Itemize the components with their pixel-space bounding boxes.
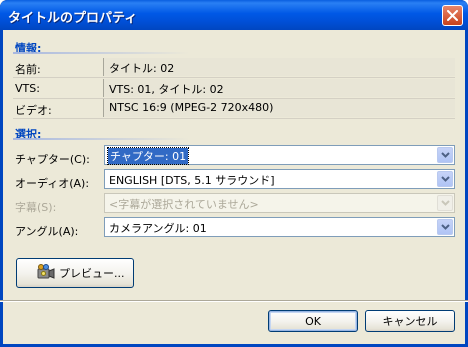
chevron-down-icon [440, 152, 450, 158]
chapter-label: チャプター(C): [15, 153, 90, 166]
chapter-select-value: チャプター: 01 [106, 147, 190, 165]
subtitle-label: 字幕(S): [15, 201, 57, 214]
info-section-divider [13, 52, 189, 54]
subtitle-select: <字幕が選択されていません> [104, 193, 455, 213]
vts-label: VTS: [15, 82, 40, 95]
video-label: ビデオ: [15, 104, 52, 117]
info-row-divider [13, 118, 455, 119]
preview-button[interactable]: プレビュー... [16, 258, 134, 288]
name-label: 名前: [15, 63, 41, 76]
subtitle-dropdown-button [437, 195, 453, 211]
dialog-client-area: 情報: 名前: タイトル: 02 VTS: VTS: 01, タイトル: 02 … [0, 30, 468, 344]
preview-button-label: プレビュー... [59, 267, 125, 280]
angle-dropdown-button[interactable] [437, 219, 453, 235]
close-icon [447, 10, 458, 21]
chevron-down-icon [440, 176, 450, 182]
subtitle-select-value: <字幕が選択されていません> [109, 198, 259, 211]
title-bar[interactable]: タイトルのプロパティ [0, 0, 468, 30]
cancel-button[interactable]: キャンセル [365, 310, 455, 332]
info-row-divider [13, 77, 455, 78]
audio-select[interactable]: ENGLISH [DTS, 5.1 サラウンド] [104, 169, 455, 189]
audio-label: オーディオ(A): [15, 177, 90, 190]
cancel-button-label: キャンセル [382, 315, 438, 328]
name-value: タイトル: 02 [103, 58, 455, 76]
window-title: タイトルのプロパティ [8, 11, 138, 26]
ok-button-label: OK [305, 314, 321, 328]
audio-dropdown-button[interactable] [437, 171, 453, 187]
chapter-dropdown-button[interactable] [437, 147, 453, 163]
chapter-select[interactable]: チャプター: 01 [104, 145, 455, 165]
ok-button[interactable]: OK [268, 310, 358, 332]
vts-value: VTS: 01, タイトル: 02 [103, 79, 455, 97]
video-value: NTSC 16:9 (MPEG-2 720x480) [103, 99, 455, 117]
select-section-divider [13, 138, 189, 140]
angle-select-value: カメラアングル: 01 [109, 222, 207, 235]
chevron-down-icon [440, 200, 450, 206]
close-button[interactable] [442, 5, 463, 26]
angle-select[interactable]: カメラアングル: 01 [104, 217, 455, 237]
preview-icon [37, 263, 55, 283]
angle-label: アングル(A): [15, 225, 79, 238]
footer-divider [0, 300, 468, 302]
chevron-down-icon [440, 224, 450, 230]
dialog-window: タイトルのプロパティ 情報: 名前: タイトル: 02 VTS: VTS: 01… [0, 0, 468, 347]
audio-select-value: ENGLISH [DTS, 5.1 サラウンド] [109, 174, 275, 187]
